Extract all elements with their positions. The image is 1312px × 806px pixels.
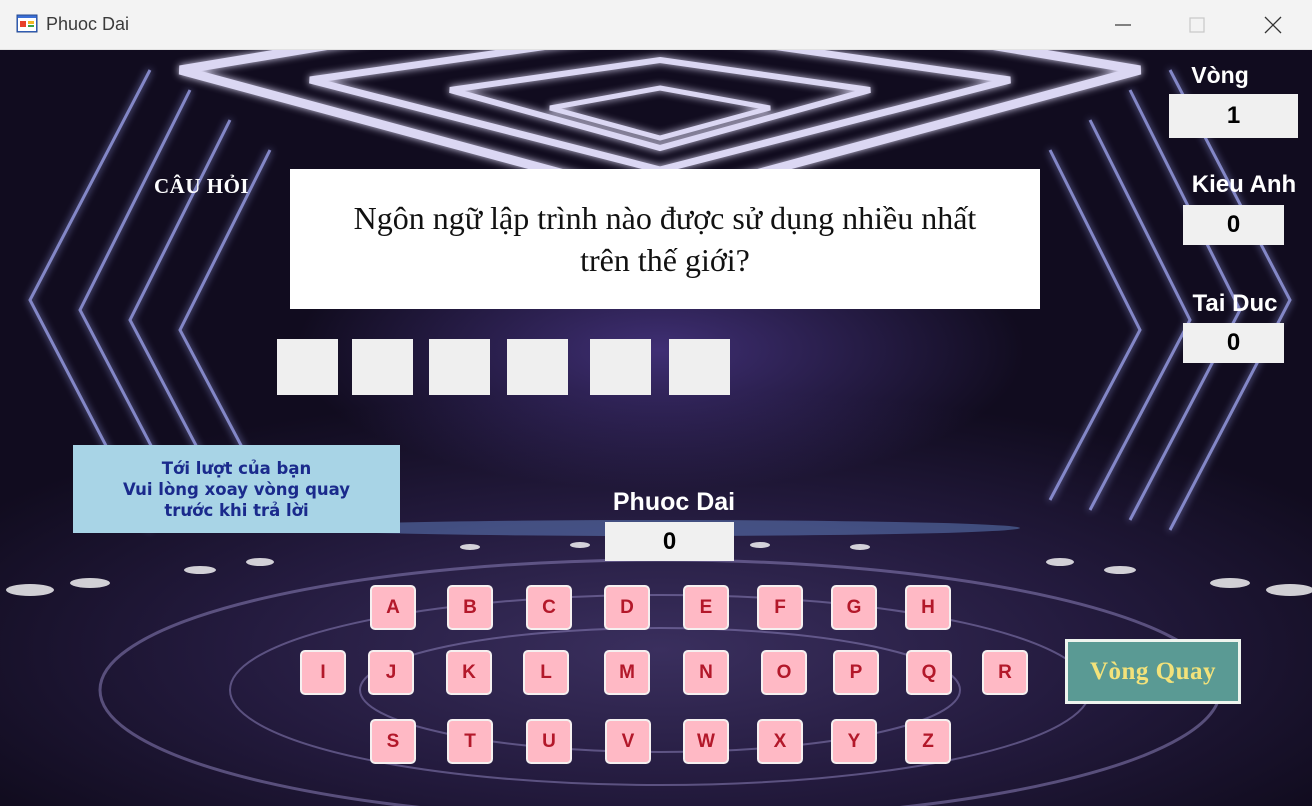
turn-notice-line-1: Tới lượt của bạn [161,458,312,478]
turn-notice: Tới lượt của bạn Vui lòng xoay vòng quay… [73,445,400,533]
letter-button-r[interactable]: R [982,650,1028,695]
letter-button-n[interactable]: N [683,650,729,695]
letter-button-t[interactable]: T [447,719,493,764]
letter-button-s[interactable]: S [370,719,416,764]
current-player-score: 0 [605,522,734,561]
player1-name: Kieu Anh [1191,171,1297,198]
round-label: Vòng [1191,62,1249,88]
letter-button-f[interactable]: F [757,585,803,630]
letter-button-b[interactable]: B [447,585,493,630]
letter-button-u[interactable]: U [526,719,572,764]
player2-score: 0 [1183,323,1284,363]
question-line-2: trên thế giới? [580,242,750,278]
letter-button-k[interactable]: K [446,650,492,695]
answer-slot-1 [277,339,338,395]
turn-notice-line-3: trước khi trả lời [164,500,309,520]
letter-button-e[interactable]: E [683,585,729,630]
letter-button-w[interactable]: W [683,719,729,764]
letter-button-q[interactable]: Q [906,650,952,695]
app-window-icon [16,13,38,35]
letter-button-h[interactable]: H [905,585,951,630]
letter-button-v[interactable]: V [605,719,651,764]
window-titlebar: Phuoc Dai [0,0,1312,50]
close-button[interactable] [1242,0,1304,50]
round-value: 1 [1169,94,1298,138]
letter-button-x[interactable]: X [757,719,803,764]
letter-button-y[interactable]: Y [831,719,877,764]
letter-button-m[interactable]: M [604,650,650,695]
turn-notice-line-2: Vui lòng xoay vòng quay [122,479,351,499]
minimize-button[interactable] [1092,0,1154,50]
letter-button-l[interactable]: L [523,650,569,695]
answer-slot-6 [669,339,730,395]
close-icon [1264,16,1282,34]
question-label: CÂU HỎI [154,174,250,198]
question-line-1: Ngôn ngữ lập trình nào được sử dụng nhiề… [353,200,977,236]
letter-button-o[interactable]: O [761,650,807,695]
letter-button-j[interactable]: J [368,650,414,695]
current-player-name: Phuoc Dai [612,488,736,516]
player2-name: Tai Duc [1192,290,1278,317]
letter-button-c[interactable]: C [526,585,572,630]
game-stage: CÂU HỎI Ngôn ngữ lập trình nào được sử d… [0,50,1312,806]
letter-button-d[interactable]: D [604,585,650,630]
letter-button-p[interactable]: P [833,650,879,695]
letter-button-g[interactable]: G [831,585,877,630]
window-title: Phuoc Dai [46,14,130,34]
minimize-icon [1115,24,1131,26]
player1-score: 0 [1183,205,1284,245]
question-text: Ngôn ngữ lập trình nào được sử dụng nhiề… [290,169,1040,309]
spin-wheel-button[interactable]: Vòng Quay [1065,639,1241,704]
answer-slot-3 [429,339,490,395]
maximize-icon [1189,17,1205,33]
maximize-button[interactable] [1166,0,1228,50]
answer-slot-5 [590,339,651,395]
answer-slot-4 [507,339,568,395]
letter-button-i[interactable]: I [300,650,346,695]
letter-button-a[interactable]: A [370,585,416,630]
answer-slot-2 [352,339,413,395]
letter-button-z[interactable]: Z [905,719,951,764]
